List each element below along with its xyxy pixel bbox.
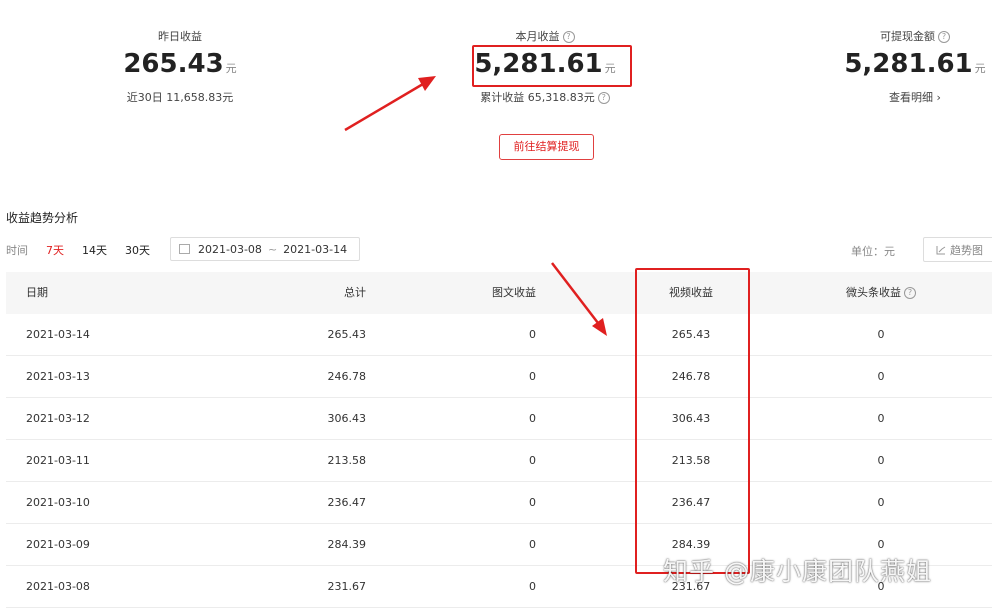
cell-total: 306.43 xyxy=(327,412,367,425)
cumulative-earnings: 累计收益 65,318.83元 xyxy=(480,91,595,104)
cell-total: 213.58 xyxy=(327,454,367,467)
calendar-icon xyxy=(179,244,190,254)
unit-label: 单位：元 xyxy=(851,245,895,258)
trend-chart-label: 趋势图 xyxy=(950,243,983,257)
yesterday-earnings: 昨日收益 265.43 元 近30日 11,658.83元 xyxy=(100,28,260,105)
withdrawable-amount: 可提现金额? 5,281.61 元 查看明细 › xyxy=(840,28,990,105)
view-details-link[interactable]: 查看明细 › xyxy=(840,89,990,105)
header-total: 总计 xyxy=(344,286,366,299)
cell-weitoutiao: 0 xyxy=(877,328,885,341)
cell-tuwen: 0 xyxy=(529,370,536,383)
help-icon[interactable]: ? xyxy=(904,287,916,299)
cell-tuwen: 0 xyxy=(529,454,536,467)
help-icon[interactable]: ? xyxy=(938,31,950,43)
table-row: 2021-03-10 236.47 0 236.47 0 xyxy=(6,482,992,524)
header-weitoutiao: 微头条收益? xyxy=(811,272,951,314)
cell-date: 2021-03-09 xyxy=(26,538,90,551)
table-row: 2021-03-11 213.58 0 213.58 0 xyxy=(6,440,992,482)
range-30d[interactable]: 30天 xyxy=(125,242,150,258)
cell-total: 231.67 xyxy=(327,580,367,593)
cell-date: 2021-03-08 xyxy=(26,580,90,593)
highlight-box-month xyxy=(472,45,632,87)
cell-weitoutiao: 0 xyxy=(877,454,885,467)
cell-total: 284.39 xyxy=(327,538,367,551)
table-row: 2021-03-14 265.43 0 265.43 0 xyxy=(6,314,992,356)
month-label: 本月收益 xyxy=(515,30,560,43)
date-separator: ~ xyxy=(267,242,278,256)
date-range-picker[interactable]: 2021-03-08 ~ 2021-03-14 xyxy=(170,237,360,261)
cell-weitoutiao: 0 xyxy=(877,496,885,509)
yesterday-label: 昨日收益 xyxy=(158,30,202,43)
cell-tuwen: 0 xyxy=(529,412,536,425)
yesterday-value: 265.43 xyxy=(123,49,224,79)
help-icon[interactable]: ? xyxy=(562,31,575,43)
cell-date: 2021-03-12 xyxy=(26,412,90,425)
withdrawable-value: 5,281.61 xyxy=(844,49,973,79)
cell-weitoutiao: 0 xyxy=(877,412,885,425)
date-start: 2021-03-08 xyxy=(198,242,262,256)
cell-tuwen: 0 xyxy=(529,496,536,509)
withdraw-button[interactable]: 前往结算提现 xyxy=(499,134,594,160)
header-tuwen: 图文收益 xyxy=(492,286,536,299)
table-row: 2021-03-13 246.78 0 246.78 0 xyxy=(6,356,992,398)
last30-earnings: 近30日 11,658.83元 xyxy=(126,91,234,104)
trend-chart-button[interactable]: 趋势图 xyxy=(923,237,992,262)
table-header: 日期 总计 图文收益 视频收益 微头条收益? xyxy=(6,272,992,314)
time-label: 时间 xyxy=(6,244,28,257)
withdrawable-label: 可提现金额 xyxy=(880,30,935,43)
cell-date: 2021-03-14 xyxy=(26,328,90,341)
cell-date: 2021-03-11 xyxy=(26,454,90,467)
trend-chart-icon xyxy=(936,245,946,254)
help-icon[interactable]: ? xyxy=(597,92,610,104)
cell-tuwen: 0 xyxy=(529,538,536,551)
cell-tuwen: 0 xyxy=(529,580,536,593)
cell-date: 2021-03-10 xyxy=(26,496,90,509)
date-end: 2021-03-14 xyxy=(283,242,348,256)
withdrawable-unit: 元 xyxy=(974,62,986,75)
table-row: 2021-03-12 306.43 0 306.43 0 xyxy=(6,398,992,440)
cell-total: 246.78 xyxy=(327,370,367,383)
yesterday-unit: 元 xyxy=(225,62,237,75)
cell-total: 265.43 xyxy=(327,328,367,341)
range-7d[interactable]: 7天 xyxy=(46,242,64,258)
range-14d[interactable]: 14天 xyxy=(82,242,107,258)
time-filter: 时间 7天 14天 30天 xyxy=(6,238,168,262)
cell-tuwen: 0 xyxy=(529,328,536,341)
cell-date: 2021-03-13 xyxy=(26,370,90,383)
header-date: 日期 xyxy=(26,286,48,299)
cell-weitoutiao: 0 xyxy=(877,370,885,383)
trend-section-title: 收益趋势分析 xyxy=(6,211,79,225)
watermark: 知乎 @康小康团队燕姐 xyxy=(663,557,932,586)
cell-total: 236.47 xyxy=(327,496,367,509)
highlight-box-video-column xyxy=(635,268,750,574)
